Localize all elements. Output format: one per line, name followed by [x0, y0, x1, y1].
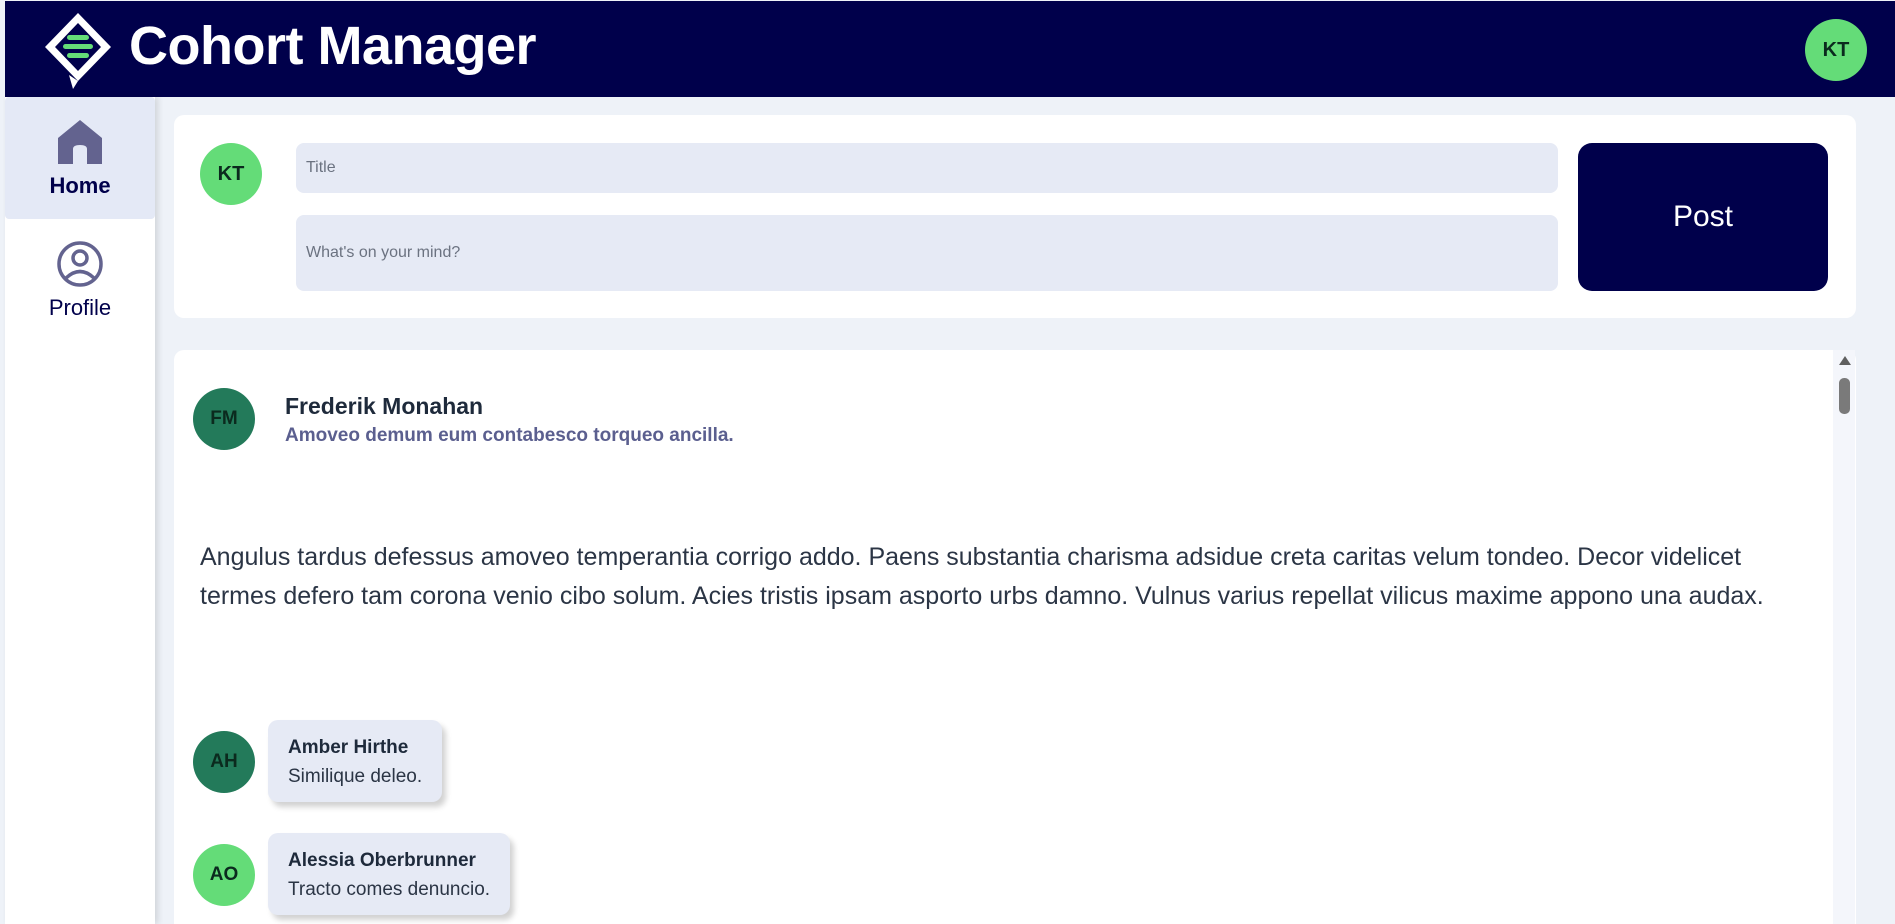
avatar[interactable]: FM [193, 388, 255, 450]
scroll-up-arrow-icon[interactable] [1839, 356, 1851, 365]
sidebar-item-home[interactable]: Home [5, 97, 155, 219]
avatar[interactable]: AO [193, 844, 255, 906]
post-composer: KT Post [174, 115, 1856, 318]
feed-scrollbar[interactable] [1833, 350, 1855, 924]
comment-author: Amber Hirthe [288, 737, 409, 758]
post-author[interactable]: Frederik Monahan [285, 393, 483, 420]
post-button[interactable]: Post [1578, 143, 1828, 291]
post-body-input[interactable] [296, 215, 1558, 291]
sidebar-item-label: Profile [48, 295, 112, 320]
avatar[interactable]: AH [193, 731, 255, 793]
title-input[interactable] [296, 143, 1558, 193]
comment: Amber Hirthe Similique deleo. [268, 720, 443, 802]
home-icon [58, 120, 102, 164]
post-body: Angulus tardus defessus amoveo temperant… [200, 543, 1764, 610]
post-title: Amoveo demum eum contabesco torqueo anci… [285, 425, 734, 446]
sidebar-item-label: Home [49, 173, 111, 198]
comment-author: Alessia Oberbrunner [288, 850, 476, 871]
app-logo-icon [45, 13, 111, 89]
avatar: KT [200, 143, 262, 205]
sidebar-item-profile[interactable]: Profile [5, 219, 155, 341]
top-header: Cohort Manager KT [5, 1, 1895, 97]
feed: FM Frederik Monahan Amoveo demum eum con… [174, 350, 1856, 924]
comment: Alessia Oberbrunner Tracto comes denunci… [268, 833, 511, 915]
sidebar: Home Profile [5, 97, 155, 924]
app-title: Cohort Manager [129, 16, 537, 76]
comment-text: Similique deleo. [288, 766, 423, 787]
comment-text: Tracto comes denuncio. [288, 879, 491, 900]
user-avatar[interactable]: KT [1805, 19, 1867, 81]
scrollbar-thumb[interactable] [1839, 378, 1850, 414]
user-circle-icon [57, 241, 103, 287]
